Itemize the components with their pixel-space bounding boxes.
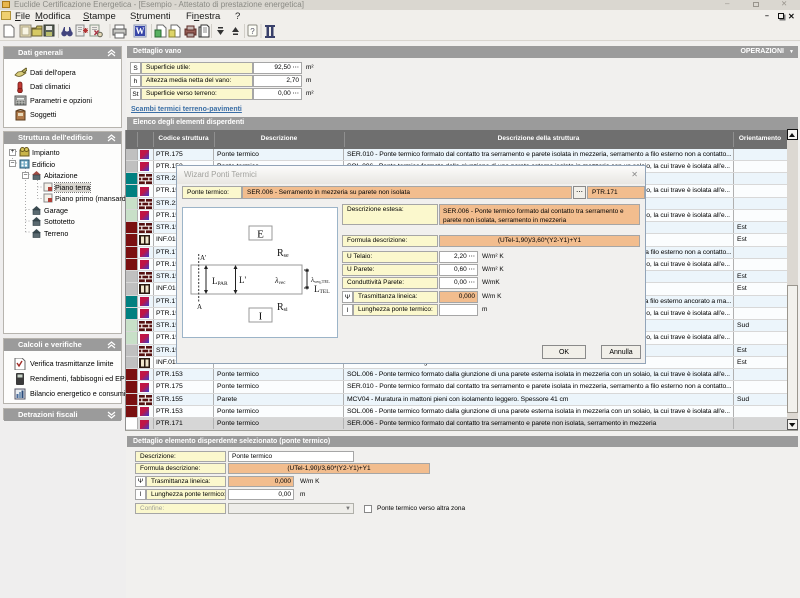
- svg-text:LTEL: LTEL: [314, 284, 330, 295]
- svg-text:E: E: [257, 229, 264, 241]
- svg-text:Rse: Rse: [277, 248, 289, 259]
- svg-text:I: I: [259, 311, 263, 323]
- svg-text:A': A': [200, 254, 206, 262]
- svg-text:L': L': [239, 275, 246, 285]
- svg-text:Rsi: Rsi: [277, 302, 288, 313]
- svg-text:A: A: [197, 303, 202, 311]
- svg-text:?: ?: [250, 27, 255, 36]
- svg-text:W: W: [136, 26, 145, 36]
